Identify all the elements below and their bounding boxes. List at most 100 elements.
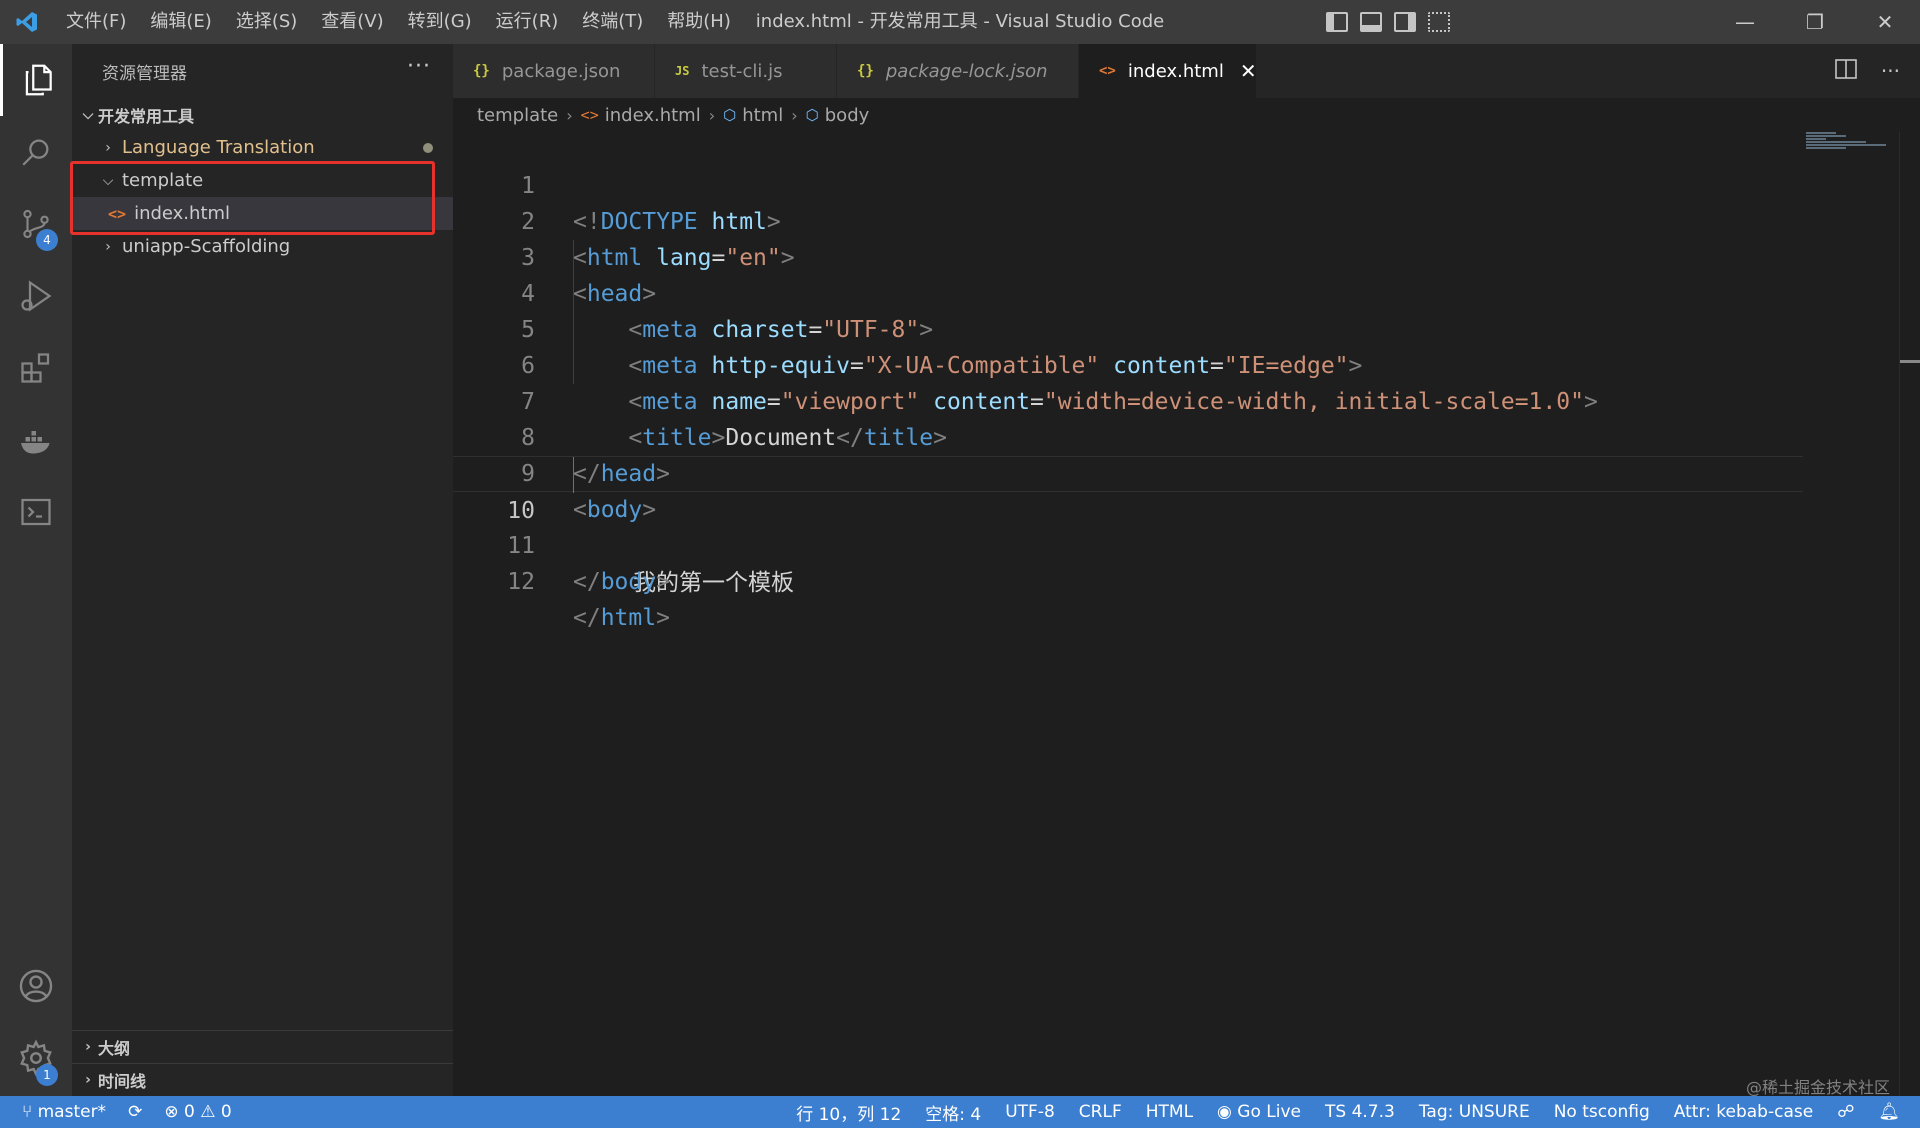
outline-section[interactable]: › 大纲 <box>72 1030 453 1063</box>
menu-help[interactable]: 帮助(H) <box>655 0 743 44</box>
tree-item-label: template <box>122 170 204 191</box>
activity-bar: 4 1 <box>0 44 72 1096</box>
toggle-secondary-sidebar-icon[interactable] <box>1394 12 1416 32</box>
code-line: 6 <meta name="viewport" content="width=d… <box>453 312 1803 415</box>
explorer-sidebar: 资源管理器 ··· ⌵ 开发常用工具 › Language Translatio… <box>72 44 453 1096</box>
source-control-icon[interactable]: 4 <box>0 188 72 260</box>
search-icon[interactable] <box>0 116 72 188</box>
explorer-header: 资源管理器 ··· <box>72 44 453 98</box>
workspace-folder[interactable]: ⌵ 开发常用工具 <box>72 98 453 131</box>
warning-count: 0 <box>220 1102 232 1122</box>
branch-name: master* <box>37 1102 107 1122</box>
chevron-right-icon: › <box>791 105 798 125</box>
minimize-button[interactable]: — <box>1710 0 1780 44</box>
html-file-icon: <> <box>580 106 599 124</box>
breadcrumb-file[interactable]: index.html <box>605 105 701 126</box>
restore-button[interactable]: ❐ <box>1780 0 1850 44</box>
tree-item-language-translation[interactable]: › Language Translation <box>72 131 453 164</box>
tab-package-json[interactable]: {} package.json <box>453 44 655 98</box>
go-live-label: Go Live <box>1237 1102 1301 1122</box>
tag-case[interactable]: Tag: UNSURE <box>1419 1102 1530 1122</box>
tab-test-cli-js[interactable]: JS test-cli.js <box>655 44 837 98</box>
sync-icon[interactable]: ⟳ <box>128 1102 142 1122</box>
code-line: 8 </head> <box>453 384 1803 487</box>
watermark: @稀土掘金技术社区 <box>1745 1078 1890 1097</box>
ts-version[interactable]: TS 4.7.3 <box>1325 1102 1395 1122</box>
cursor-guide <box>573 457 574 493</box>
menu-edit[interactable]: 编辑(E) <box>138 0 223 44</box>
chevron-right-icon: › <box>105 238 111 255</box>
warning-icon: ⚠ <box>200 1102 216 1122</box>
vscode-logo-icon <box>0 0 54 44</box>
end-of-line[interactable]: CRLF <box>1079 1102 1122 1122</box>
code-line: 1 <!DOCTYPE html> <box>453 132 1803 235</box>
docker-icon[interactable] <box>0 404 72 476</box>
extensions-icon[interactable] <box>0 332 72 404</box>
scm-badge: 4 <box>36 229 58 251</box>
symbol-element-icon: ⬡ <box>723 106 737 124</box>
chevron-right-icon: › <box>85 1072 91 1088</box>
close-window-button[interactable]: ✕ <box>1850 0 1920 44</box>
timeline-section[interactable]: › 时间线 <box>72 1063 453 1096</box>
settings-gear-icon[interactable]: 1 <box>0 1022 72 1094</box>
menu-terminal[interactable]: 终端(T) <box>570 0 655 44</box>
tab-label: package.json <box>501 60 621 82</box>
outline-label: 大纲 <box>98 1039 131 1058</box>
branch-status[interactable]: ⑂ master* <box>22 1102 106 1122</box>
menu-run[interactable]: 运行(R) <box>484 0 571 44</box>
code-line: 2 <html lang="en"> <box>453 168 1803 271</box>
notifications-icon[interactable]: 🔔︎ <box>1878 1102 1900 1122</box>
close-tab-icon[interactable]: ✕ <box>1240 59 1257 83</box>
tab-label: package-lock.json <box>885 60 1048 82</box>
feedback-icon[interactable]: ☍ <box>1837 1102 1854 1122</box>
tab-label: index.html <box>1127 60 1224 82</box>
menu-go[interactable]: 转到(G) <box>396 0 484 44</box>
chevron-right-icon: › <box>708 105 716 125</box>
run-debug-icon[interactable] <box>0 260 72 332</box>
toggle-panel-icon[interactable] <box>1360 12 1382 32</box>
split-editor-icon[interactable] <box>1835 58 1857 84</box>
indentation[interactable]: 空格: 4 <box>925 1100 981 1125</box>
breadcrumb-symbol-body[interactable]: body <box>825 105 870 126</box>
chevron-right-icon: › <box>105 139 111 156</box>
toggle-primary-sidebar-icon[interactable] <box>1326 12 1348 32</box>
line-number: 12 <box>507 569 535 595</box>
code-line: 5 <meta http-equiv="X-UA-Compatible" con… <box>453 276 1803 379</box>
tsconfig-status[interactable]: No tsconfig <box>1554 1102 1650 1122</box>
menu-view[interactable]: 查看(V) <box>309 0 395 44</box>
breadcrumb-folder[interactable]: template <box>477 105 558 126</box>
menu-selection[interactable]: 选择(S) <box>224 0 309 44</box>
customize-layout-icon[interactable] <box>1428 12 1450 32</box>
attr-case[interactable]: Attr: kebab-case <box>1674 1102 1813 1122</box>
tree-item-uniapp-scaffolding[interactable]: › uniapp-Scaffolding <box>72 230 453 263</box>
more-actions-icon[interactable]: ··· <box>1881 59 1900 83</box>
problems-status[interactable]: ⊗ 0 ⚠ 0 <box>164 1102 231 1122</box>
html-file-icon: <> <box>108 204 127 223</box>
accounts-icon[interactable] <box>0 950 72 1022</box>
tab-index-html[interactable]: <> index.html ✕ <box>1079 44 1257 98</box>
cursor-position[interactable]: 行 10，列 12 <box>796 1100 901 1125</box>
tab-package-lock-json[interactable]: {} package-lock.json <box>837 44 1079 98</box>
terminal-icon[interactable] <box>0 476 72 548</box>
encoding[interactable]: UTF-8 <box>1005 1102 1055 1122</box>
window-controls: — ❐ ✕ <box>1710 0 1920 44</box>
minimap[interactable] <box>1806 132 1896 162</box>
code-editor[interactable]: 1 <!DOCTYPE html> 2 <html lang="en"> 3 <… <box>453 132 1920 1096</box>
tree-item-label: uniapp-Scaffolding <box>122 236 291 257</box>
go-live-button[interactable]: ◉ Go Live <box>1217 1102 1301 1122</box>
status-right: 行 10，列 12 空格: 4 UTF-8 CRLF HTML ◉ Go Liv… <box>796 1096 1900 1128</box>
vertical-scrollbar-track[interactable] <box>1899 132 1900 1096</box>
menu-file[interactable]: 文件(F) <box>54 0 138 44</box>
tree-item-index-html[interactable]: <> index.html <box>72 197 453 230</box>
tree-item-template[interactable]: ⌵ template <box>72 164 453 197</box>
code-content: </html> <box>573 605 670 631</box>
code-line: 4 <meta charset="UTF-8"> <box>453 240 1803 343</box>
explorer-icon[interactable] <box>0 44 72 116</box>
more-actions-icon[interactable]: ··· <box>407 54 431 79</box>
breadcrumb: template › <> index.html › ⬡ html › ⬡ bo… <box>453 98 1920 132</box>
code-line: 11 </body> <box>453 492 1803 595</box>
title-bar: 文件(F) 编辑(E) 选择(S) 查看(V) 转到(G) 运行(R) 终端(T… <box>0 0 1920 44</box>
language-mode[interactable]: HTML <box>1146 1102 1193 1122</box>
error-count: 0 <box>183 1102 195 1122</box>
breadcrumb-symbol-html[interactable]: html <box>742 105 783 126</box>
